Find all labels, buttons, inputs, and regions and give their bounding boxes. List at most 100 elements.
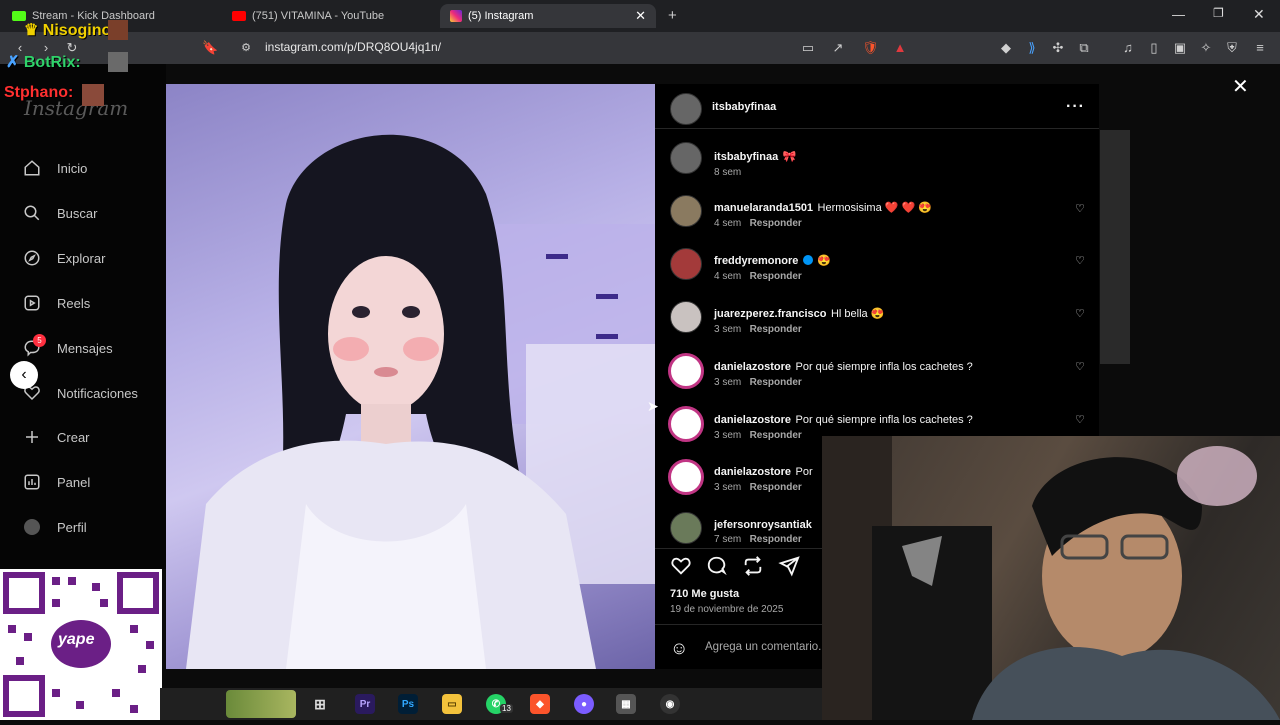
sidebar-item-explorar[interactable]: Explorar	[22, 248, 105, 268]
menu-icon[interactable]: ≡	[1252, 40, 1268, 56]
brave-icon[interactable]: ◆	[530, 694, 550, 714]
like-comment-icon[interactable]: ♡	[1075, 254, 1085, 267]
audio-extension-icon[interactable]: ⟫	[1024, 40, 1040, 56]
minimize-button[interactable]: —	[1172, 7, 1185, 22]
share-icon[interactable]	[778, 555, 800, 582]
sidebar-item-crear[interactable]: Crear	[22, 427, 90, 447]
extension-icon[interactable]: ◆	[998, 40, 1014, 56]
comment-avatar[interactable]	[670, 301, 702, 333]
comment-avatar[interactable]	[668, 459, 704, 495]
url-field[interactable]: instagram.com/p/DRQ8OU4jq1n/	[265, 40, 441, 54]
share-icon[interactable]: ↗	[830, 40, 846, 56]
sidebar-item-label: Mensajes	[57, 340, 113, 356]
comment-avatar[interactable]	[668, 406, 704, 442]
close-window-button[interactable]: ✕	[1253, 6, 1265, 23]
premiere-icon[interactable]: Pr	[355, 694, 375, 714]
close-icon[interactable]: ✕	[1232, 74, 1249, 99]
like-comment-icon[interactable]: ♡	[1075, 202, 1085, 215]
like-icon[interactable]	[670, 555, 692, 582]
sidebar-item-notificaciones[interactable]: Notificaciones	[22, 383, 138, 403]
mouse-cursor: ➤	[647, 398, 659, 414]
chat-avatar	[108, 52, 128, 72]
likes-count[interactable]: 710 Me gusta	[670, 588, 739, 600]
sidebar-item-label: Inicio	[57, 160, 88, 176]
chat-user-stphano: Stphano:	[4, 84, 74, 101]
file-explorer-icon[interactable]: ▭	[442, 694, 462, 714]
messages-badge: 5	[33, 334, 46, 347]
like-comment-icon[interactable]: ♡	[1075, 413, 1085, 426]
background-post-preview	[1100, 130, 1130, 364]
app-icon[interactable]: ●	[574, 694, 594, 714]
vpn-icon[interactable]: ⛨	[1224, 40, 1240, 56]
calculator-icon[interactable]: ▦	[616, 694, 636, 714]
brave-shield-icon[interactable]: 🛡	[862, 40, 879, 56]
more-options-icon[interactable]: ···	[1066, 98, 1085, 116]
like-comment-icon[interactable]: ♡	[1075, 307, 1085, 320]
extensions-puzzle-icon[interactable]: ✣	[1050, 40, 1066, 56]
avatar-icon	[22, 517, 42, 537]
sidebar-item-perfil[interactable]: Perfil	[22, 517, 87, 537]
photoshop-icon[interactable]: Ps	[398, 694, 418, 714]
site-settings-icon[interactable]: ⚙	[238, 40, 254, 56]
reply-button[interactable]: Responder	[750, 534, 802, 544]
leo-ai-icon[interactable]: ✧	[1198, 40, 1214, 56]
whatsapp-badge: 13	[500, 704, 513, 713]
brave-rewards-icon[interactable]: ▲	[892, 40, 908, 56]
new-tab-button[interactable]: +	[668, 7, 677, 24]
sidebar-item-buscar[interactable]: Buscar	[22, 203, 97, 223]
comment-row: juarezperez.francisco Hl bella 😍	[714, 308, 885, 320]
instagram-sidebar	[0, 64, 166, 569]
webcam-overlay	[822, 436, 1280, 720]
comment-input[interactable]: Agrega un comentario...	[705, 641, 821, 653]
comment-row: danielazostore Por	[714, 466, 813, 478]
emoji-icon[interactable]: ☺	[670, 638, 688, 659]
post-image[interactable]	[166, 84, 655, 669]
restore-button[interactable]: ❐	[1213, 6, 1224, 20]
media-icon[interactable]: ♫	[1120, 40, 1136, 56]
taskbar-widget[interactable]	[226, 690, 296, 718]
cast-icon[interactable]: ▭	[800, 40, 816, 56]
reply-button[interactable]: Responder	[750, 377, 802, 388]
caption-avatar[interactable]	[670, 142, 702, 174]
comment-meta: 3 sem Responder	[714, 377, 802, 388]
search-icon	[22, 203, 42, 223]
comment-row: manuelaranda1501 Hermosisima ❤️ ❤️ 😍	[714, 202, 932, 214]
verified-icon	[802, 254, 813, 265]
comment-avatar[interactable]	[670, 512, 702, 544]
tab-label: (5) Instagram	[468, 10, 534, 22]
author-avatar[interactable]	[670, 93, 702, 125]
divider	[655, 624, 825, 625]
tab-instagram[interactable]: (5) Instagram ✕	[440, 4, 656, 28]
bookmark-icon[interactable]: 🔖	[202, 40, 218, 56]
comment-icon[interactable]	[706, 555, 728, 582]
wallet-icon[interactable]: ▣	[1172, 40, 1188, 56]
sidebar-toggle-icon[interactable]: ▯	[1146, 40, 1162, 56]
reply-button[interactable]: Responder	[750, 218, 802, 229]
close-tab-icon[interactable]: ✕	[635, 8, 646, 24]
reply-button[interactable]: Responder	[750, 271, 802, 282]
plus-icon	[22, 427, 42, 447]
sidebar-item-inicio[interactable]: Inicio	[22, 158, 87, 178]
screenshot-icon[interactable]: ⧉	[1076, 40, 1092, 56]
repost-icon[interactable]	[742, 555, 764, 582]
reply-button[interactable]: Responder	[750, 430, 802, 441]
comment-avatar[interactable]	[670, 248, 702, 280]
reply-button[interactable]: Responder	[750, 324, 802, 335]
comment-avatar[interactable]	[670, 195, 702, 227]
like-comment-icon[interactable]: ♡	[1075, 360, 1085, 373]
post-author[interactable]: itsbabyfinaa	[712, 101, 776, 113]
comment-meta: 4 sem Responder	[714, 271, 802, 282]
sidebar-item-label: Panel	[57, 474, 91, 490]
tab-youtube[interactable]: (751) VITAMINA - YouTube	[232, 4, 384, 28]
reply-button[interactable]: Responder	[750, 482, 802, 493]
comment-avatar[interactable]	[668, 353, 704, 389]
sidebar-item-reels[interactable]: Reels	[22, 293, 90, 313]
reels-icon	[22, 293, 42, 313]
sidebar-item-label: Buscar	[57, 205, 98, 221]
previous-post-button[interactable]: ‹	[10, 361, 38, 389]
comment-row: danielazostore Por qué siempre infla los…	[714, 414, 973, 426]
task-view-icon[interactable]: ⊞	[310, 694, 330, 714]
sidebar-item-label: Explorar	[57, 250, 106, 266]
sidebar-item-panel[interactable]: Panel	[22, 472, 90, 492]
obs-icon[interactable]: ◉	[660, 694, 680, 714]
